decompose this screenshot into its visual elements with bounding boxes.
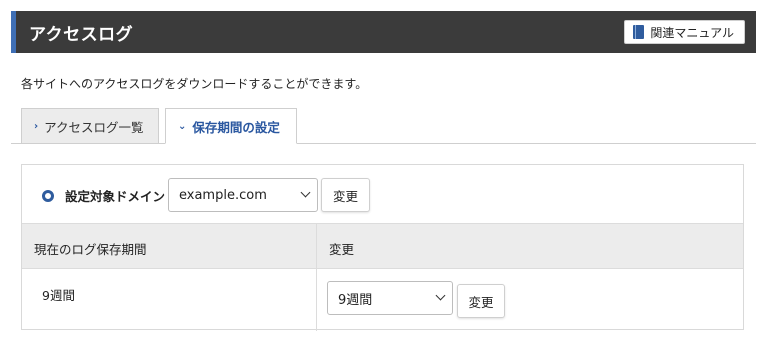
tab-label: アクセスログ一覧 <box>44 119 144 135</box>
radio-icon <box>42 190 54 202</box>
page-description: 各サイトへのアクセスログをダウンロードすることができます。 <box>21 77 368 91</box>
book-icon <box>633 25 645 39</box>
domain-select-value: example.com <box>179 187 267 203</box>
tab-access-log-list[interactable]: › アクセスログ一覧 <box>21 108 159 144</box>
column-divider <box>316 223 317 331</box>
chevron-down-icon: ⌄ <box>178 120 187 132</box>
header-change: 変更 <box>329 242 355 257</box>
domain-change-button[interactable]: 変更 <box>321 178 370 212</box>
period-change-button[interactable]: 変更 <box>457 284 505 318</box>
period-select[interactable]: 9週間 <box>327 281 453 315</box>
chevron-down-icon <box>300 187 311 198</box>
tab-label: 保存期間の設定 <box>192 119 280 135</box>
page-title: アクセスログ <box>29 25 134 45</box>
related-manual-label: 関連マニュアル <box>650 25 734 40</box>
related-manual-button[interactable]: 関連マニュアル <box>624 20 745 44</box>
domain-label: 設定対象ドメイン <box>65 189 166 204</box>
chevron-down-icon <box>435 290 446 301</box>
period-select-value: 9週間 <box>338 292 373 308</box>
tab-divider <box>11 143 756 144</box>
chevron-right-icon: › <box>34 120 39 132</box>
page-header: アクセスログ 関連マニュアル <box>11 11 756 53</box>
domain-row: 設定対象ドメイン example.com 変更 <box>22 165 743 225</box>
settings-panel: 設定対象ドメイン example.com 変更 現在のログ保存期間 変更 9週間… <box>21 164 744 331</box>
domain-select[interactable]: example.com <box>168 178 318 212</box>
header-current-period: 現在のログ保存期間 <box>34 242 147 257</box>
table-header: 現在のログ保存期間 変更 <box>22 223 743 269</box>
tab-retention-settings[interactable]: ⌄ 保存期間の設定 <box>165 108 297 144</box>
current-period-value: 9週間 <box>42 288 75 303</box>
